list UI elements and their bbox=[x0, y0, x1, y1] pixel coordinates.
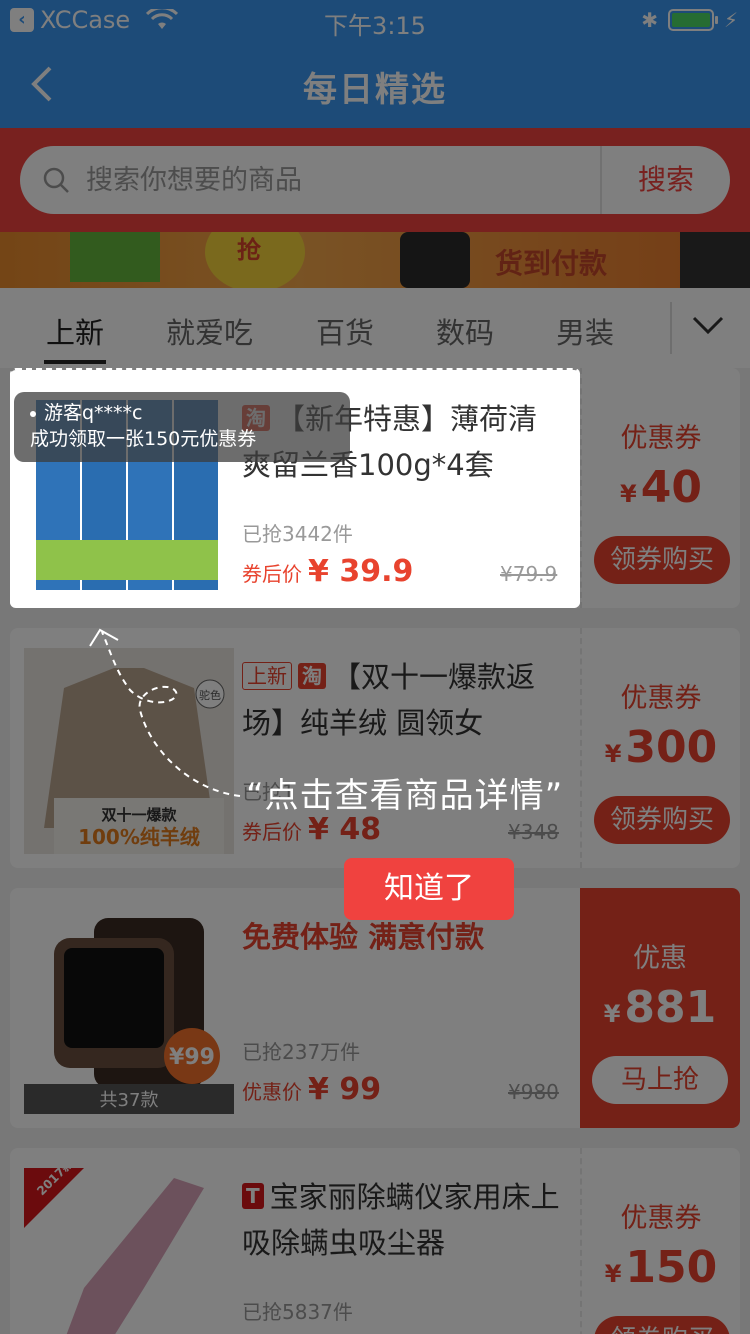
buy-now-button[interactable]: 马上抢 bbox=[592, 1056, 728, 1104]
status-bar: ‹ XCCase 下午3:15 ✱ ⚡ bbox=[0, 0, 750, 40]
coupon-panel: 优惠 ¥881 马上抢 bbox=[580, 888, 740, 1128]
clock: 下午3:15 bbox=[324, 12, 426, 40]
coupon-panel: 优惠券 ¥300 领券购买 bbox=[580, 628, 740, 868]
tab-general[interactable]: 百货 bbox=[316, 310, 374, 352]
gift-box-graphic bbox=[70, 232, 160, 282]
price-row: 券后价 ¥ 48 bbox=[242, 812, 381, 847]
original-price: ¥348 bbox=[508, 820, 559, 844]
toast-message: 成功领取一张150元优惠券 bbox=[30, 428, 257, 450]
tab-menswear[interactable]: 男装 bbox=[556, 310, 614, 352]
search-box: 搜索 bbox=[20, 146, 730, 214]
get-coupon-button[interactable]: 领券购买 bbox=[594, 796, 730, 844]
grab-badge: 抢 bbox=[205, 232, 305, 288]
search-button[interactable]: 搜索 bbox=[602, 146, 730, 214]
coupon-panel: 优惠券 ¥40 领券购买 bbox=[580, 368, 740, 608]
get-coupon-button[interactable]: 领券购买 bbox=[594, 1316, 730, 1334]
variant-count: 共37款 bbox=[100, 1090, 159, 1111]
image-caption: 100%纯羊绒 bbox=[78, 825, 200, 849]
promo-banner[interactable]: 抢 货到付款 bbox=[0, 232, 750, 288]
nav-bar: 每日精选 bbox=[0, 40, 750, 128]
coupon-label: 优惠券 bbox=[620, 683, 702, 714]
get-coupon-button[interactable]: 领券购买 bbox=[594, 536, 730, 584]
battery-icon bbox=[667, 9, 718, 31]
product-title: T 宝家丽除螨仪家用床上吸除螨虫吸尘器 bbox=[242, 1180, 560, 1260]
price: ¥ 48 bbox=[308, 812, 382, 847]
tab-digital[interactable]: 数码 bbox=[436, 310, 494, 352]
banner-text: 货到付款 bbox=[495, 247, 608, 280]
page-title: 每日精选 bbox=[303, 70, 447, 110]
product-image: ¥99 共37款 bbox=[24, 908, 234, 1114]
price-badge: ¥99 bbox=[169, 1045, 215, 1070]
product-title: 上新淘【双十一爆款返场】纯羊绒 圆领女 bbox=[242, 660, 536, 740]
search-bar: 搜索 bbox=[0, 128, 750, 232]
product-title: 免费体验 满意付款 bbox=[242, 920, 485, 954]
toast-user: 游客q****c bbox=[44, 402, 143, 424]
price-label: 券后价 bbox=[242, 820, 302, 844]
charging-icon: ⚡ bbox=[723, 8, 738, 32]
coupon-amount: ¥40 bbox=[620, 462, 702, 513]
price-row: 优惠价 ¥ 99 bbox=[242, 1072, 381, 1107]
hint-arrow-icon bbox=[89, 628, 241, 797]
got-it-button[interactable]: 知道了 bbox=[344, 858, 514, 920]
tab-food[interactable]: 就爱吃 bbox=[166, 310, 253, 352]
product-card[interactable]: ¥99 共37款 免费体验 满意付款 已抢237万件 优惠价 ¥ 99 ¥980 … bbox=[10, 888, 740, 1128]
active-tab-indicator bbox=[44, 360, 106, 364]
coupon-panel: 优惠券 ¥150 领券购买 bbox=[580, 1148, 740, 1334]
search-icon bbox=[43, 167, 69, 193]
product-image: 2017新款 bbox=[24, 1168, 234, 1334]
coupon-amount: ¥150 bbox=[604, 1242, 718, 1293]
original-price: ¥980 bbox=[508, 1080, 559, 1104]
price-label: 优惠价 bbox=[242, 1080, 302, 1104]
tabs-divider bbox=[670, 302, 672, 354]
coupon-label: 优惠 bbox=[633, 943, 687, 974]
price: ¥ 99 bbox=[308, 1072, 382, 1107]
guide-hint: “点击查看商品详情” bbox=[246, 776, 564, 816]
category-tabs: 上新 就爱吃 百货 数码 男装 bbox=[0, 288, 750, 368]
sold-count: 已抢5837件 bbox=[242, 1300, 353, 1324]
tab-new[interactable]: 上新 bbox=[46, 310, 104, 352]
tmall-tag: T bbox=[242, 1183, 264, 1209]
chevron-down-icon[interactable] bbox=[690, 308, 726, 344]
taobao-tag: 淘 bbox=[298, 663, 326, 689]
coupon-label: 优惠券 bbox=[620, 423, 702, 454]
coupon-amount: ¥300 bbox=[604, 722, 718, 773]
coupon-amount: ¥881 bbox=[603, 982, 717, 1033]
sold-count: 已抢237万件 bbox=[242, 1040, 361, 1064]
bluetooth-icon: ✱ bbox=[641, 8, 658, 32]
product-card[interactable]: 2017新款 T宝家丽除螨仪家用床上吸除螨虫吸尘器 已抢5837件 优惠券 ¥1… bbox=[10, 1148, 740, 1334]
phone-graphic bbox=[400, 232, 470, 288]
device-graphic bbox=[680, 232, 750, 288]
search-input[interactable] bbox=[86, 146, 596, 214]
coupon-toast: 游客q****c 成功领取一张150元优惠券 bbox=[14, 392, 350, 462]
coupon-label: 优惠券 bbox=[620, 1203, 702, 1234]
